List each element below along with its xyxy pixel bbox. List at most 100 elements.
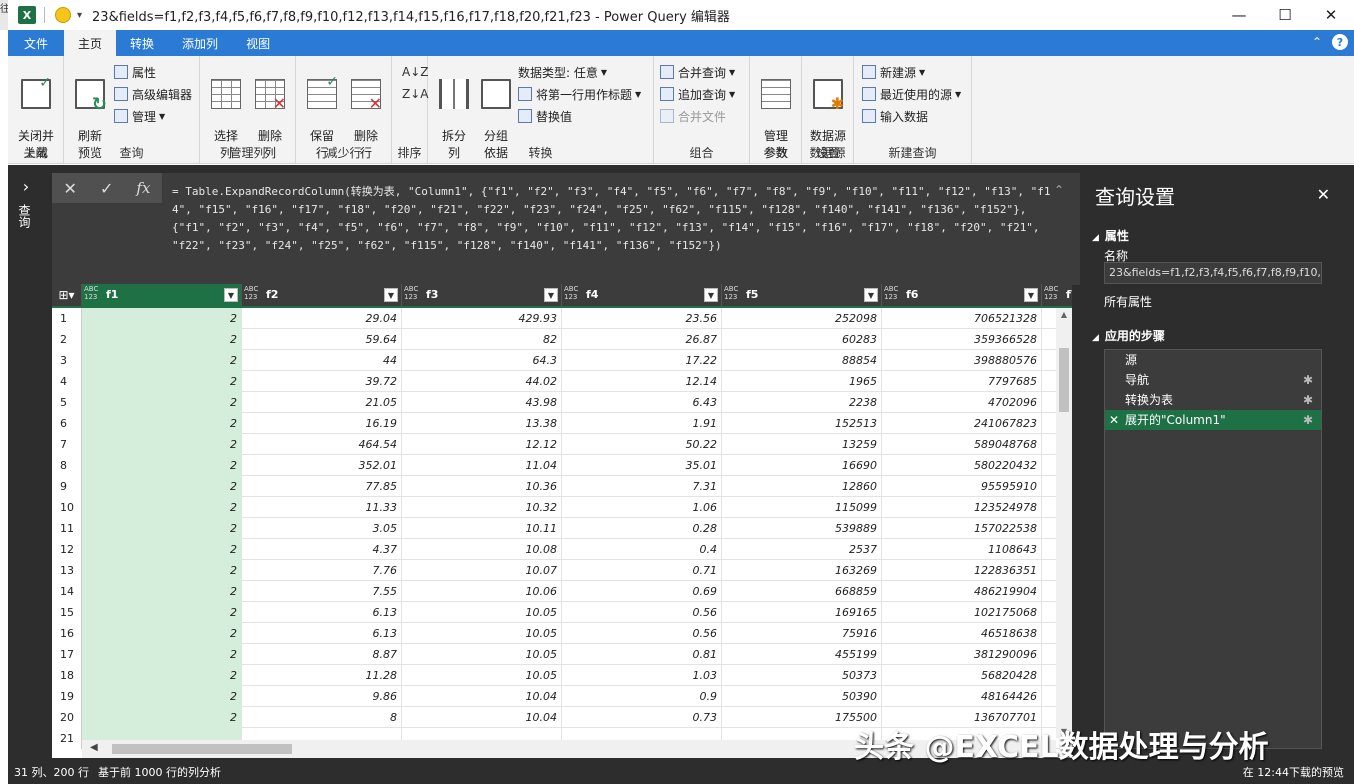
table-cell-f1[interactable]: 2 [82, 497, 242, 518]
table-cell-f3[interactable]: 10.05 [402, 602, 562, 623]
fx-icon[interactable]: fx [136, 179, 150, 197]
filter-dropdown-icon[interactable]: ▼ [864, 288, 878, 302]
table-cell-f5[interactable]: 50390 [722, 686, 882, 707]
queries-pane-collapsed[interactable]: › 查询 [8, 165, 44, 758]
table-cell-f6[interactable]: 589048768 [882, 434, 1042, 455]
table-cell-f6[interactable]: 580220432 [882, 455, 1042, 476]
column-type-icon[interactable]: ABC 123 [884, 285, 898, 301]
table-cell-f2[interactable]: 9.86 [242, 686, 402, 707]
table-cell-f3[interactable]: 44.02 [402, 371, 562, 392]
table-cell-f1[interactable]: 2 [82, 413, 242, 434]
table-cell-f4[interactable]: 7.31 [562, 476, 722, 497]
table-cell-f3[interactable]: 10.05 [402, 665, 562, 686]
table-row[interactable]: 11 2 3.05 10.11 0.28 539889 157022538 [52, 518, 1060, 539]
table-cell-f5[interactable]: 539889 [722, 518, 882, 539]
table-cell-f5[interactable]: 115099 [722, 497, 882, 518]
table-cell-f3[interactable]: 43.98 [402, 392, 562, 413]
table-cell-f6[interactable]: 46518638 [882, 623, 1042, 644]
table-cell-f5[interactable]: 252098 [722, 308, 882, 329]
table-cell-f2[interactable]: 8.87 [242, 644, 402, 665]
properties-section[interactable]: ◢ 属性 [1092, 227, 1129, 244]
applied-step[interactable]: 源 [1105, 350, 1321, 370]
table-row[interactable]: 16 2 6.13 10.05 0.56 75916 46518638 [52, 623, 1060, 644]
sort-descending-button[interactable]: Z↓A [402, 84, 428, 104]
table-cell-f3[interactable]: 10.08 [402, 539, 562, 560]
table-cell-f6[interactable]: 706521328 [882, 308, 1042, 329]
table-row[interactable]: 6 2 16.19 13.38 1.91 152513 241067823 [52, 413, 1060, 434]
table-cell-f1[interactable]: 2 [82, 623, 242, 644]
column-header-f3[interactable]: ABC 123 f3 ▼ [402, 284, 562, 306]
table-cell-f3[interactable]: 82 [402, 329, 562, 350]
filter-dropdown-icon[interactable]: ▼ [544, 288, 558, 302]
table-cell-f6[interactable]: 123524978 [882, 497, 1042, 518]
table-cell-f6[interactable]: 157022538 [882, 518, 1042, 539]
table-cell-f6[interactable]: 381290096 [882, 644, 1042, 665]
table-cell-f1[interactable]: 2 [82, 539, 242, 560]
vertical-scrollbar[interactable]: ▲ ▼ [1056, 308, 1072, 738]
table-cell-f1[interactable]: 2 [82, 581, 242, 602]
table-cell-f2[interactable]: 16.19 [242, 413, 402, 434]
scroll-left-icon[interactable]: ◀ [90, 742, 98, 753]
table-cell-f3[interactable]: 10.07 [402, 560, 562, 581]
applied-step[interactable]: ✕ 展开的"Column1" ✱ [1105, 410, 1321, 430]
table-cell-f2[interactable]: 21.05 [242, 392, 402, 413]
table-cell-f5[interactable]: 16690 [722, 455, 882, 476]
table-cell-f4[interactable]: 0.4 [562, 539, 722, 560]
table-cell-f3[interactable]: 12.12 [402, 434, 562, 455]
maximize-button[interactable]: ☐ [1262, 0, 1308, 30]
table-row[interactable]: 7 2 464.54 12.12 50.22 13259 589048768 [52, 434, 1060, 455]
tab-transform[interactable]: 转换 [116, 30, 168, 56]
horizontal-scroll-thumb[interactable] [112, 744, 292, 754]
column-header-f1[interactable]: ABC 123 f1 ▼ [82, 284, 242, 306]
table-cell-f4[interactable]: 0.9 [562, 686, 722, 707]
table-cell-f3[interactable]: 10.05 [402, 644, 562, 665]
table-cell-f6[interactable]: 241067823 [882, 413, 1042, 434]
table-cell-f6[interactable]: 48164426 [882, 686, 1042, 707]
table-cell-f2[interactable]: 6.13 [242, 602, 402, 623]
applied-step[interactable]: 转换为表 ✱ [1105, 390, 1321, 410]
replace-values-button[interactable]: 替换值 [518, 106, 572, 126]
confirm-formula-icon[interactable]: ✓ [100, 179, 113, 198]
enter-data-button[interactable]: 输入数据 [862, 106, 928, 126]
table-cell-f2[interactable]: 59.64 [242, 329, 402, 350]
filter-dropdown-icon[interactable]: ▼ [224, 288, 238, 302]
table-cell-f2[interactable]: 29.04 [242, 308, 402, 329]
table-cell-f4[interactable]: 0.73 [562, 707, 722, 728]
table-cell-f4[interactable]: 0.28 [562, 518, 722, 539]
column-header-f2[interactable]: ABC 123 f2 ▼ [242, 284, 402, 306]
filter-dropdown-icon[interactable]: ▼ [1024, 288, 1038, 302]
table-row[interactable]: 9 2 77.85 10.36 7.31 12860 95595910 [52, 476, 1060, 497]
close-window-button[interactable]: ✕ [1308, 0, 1354, 30]
table-cell-f5[interactable]: 13259 [722, 434, 882, 455]
table-cell-f5[interactable]: 169165 [722, 602, 882, 623]
table-cell-f3[interactable]: 10.06 [402, 581, 562, 602]
table-cell-f5[interactable]: 2238 [722, 392, 882, 413]
table-cell-f3[interactable]: 10.32 [402, 497, 562, 518]
step-settings-gear-icon[interactable]: ✱ [1303, 370, 1313, 390]
table-cell-f2[interactable]: 352.01 [242, 455, 402, 476]
table-cell-f4[interactable]: 17.22 [562, 350, 722, 371]
column-header-f5[interactable]: ABC 123 f5 ▼ [722, 284, 882, 306]
column-type-icon[interactable]: ABC 123 [244, 285, 258, 301]
column-type-icon[interactable]: ABC 123 [564, 285, 578, 301]
table-cell-f3[interactable]: 64.3 [402, 350, 562, 371]
vertical-scroll-thumb[interactable] [1059, 348, 1069, 412]
recent-sources-button[interactable]: 最近使用的源 ▼ [862, 84, 961, 104]
table-cell-f1[interactable]: 2 [82, 371, 242, 392]
tab-add-column[interactable]: 添加列 [168, 30, 232, 56]
table-cell-f4[interactable]: 35.01 [562, 455, 722, 476]
data-type-dropdown[interactable]: 数据类型: 任意 ▼ [518, 62, 607, 82]
sort-ascending-button[interactable]: A↓Z [402, 62, 428, 82]
table-cell-f4[interactable]: 50.22 [562, 434, 722, 455]
use-first-row-headers-button[interactable]: 将第一行用作标题 ▼ [518, 84, 641, 104]
new-source-button[interactable]: 新建源 ▼ [862, 62, 925, 82]
table-cell-f2[interactable]: 4.37 [242, 539, 402, 560]
table-cell-f6[interactable]: 122836351 [882, 560, 1042, 581]
table-cell-f3[interactable]: 10.11 [402, 518, 562, 539]
table-cell-f4[interactable]: 23.56 [562, 308, 722, 329]
table-cell-f2[interactable]: 44 [242, 350, 402, 371]
table-row[interactable]: 19 2 9.86 10.04 0.9 50390 48164426 [52, 686, 1060, 707]
column-type-icon[interactable]: ABC 123 [84, 285, 98, 301]
table-cell-f6[interactable]: 486219904 [882, 581, 1042, 602]
table-cell-f1[interactable]: 2 [82, 602, 242, 623]
